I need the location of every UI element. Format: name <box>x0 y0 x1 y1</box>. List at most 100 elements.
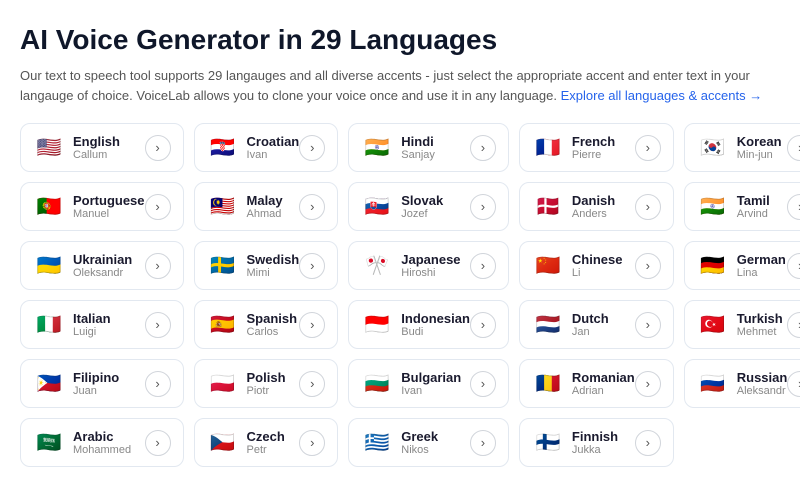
lang-name: Spanish <box>247 311 298 326</box>
lang-card-arabic[interactable]: 🇸🇦 Arabic Mohammed › <box>20 418 184 467</box>
flag-greek: 🇬🇷 <box>361 432 393 454</box>
lang-person: Carlos <box>247 326 298 338</box>
lang-name: Korean <box>737 134 782 149</box>
lang-arrow-button[interactable]: › <box>635 194 661 220</box>
lang-name: Swedish <box>247 252 300 267</box>
lang-card-bulgarian[interactable]: 🇧🇬 Bulgarian Ivan › <box>348 359 509 408</box>
lang-card-danish[interactable]: 🇩🇰 Danish Anders › <box>519 182 674 231</box>
lang-person: Aleksandr <box>737 385 788 397</box>
lang-card-swedish[interactable]: 🇸🇪 Swedish Mimi › <box>194 241 339 290</box>
lang-name: Slovak <box>401 193 443 208</box>
lang-arrow-button[interactable]: › <box>470 312 496 338</box>
lang-arrow-button[interactable]: › <box>145 312 171 338</box>
lang-card-dutch[interactable]: 🇳🇱 Dutch Jan › <box>519 300 674 349</box>
lang-left: 🇺🇸 English Callum <box>33 134 120 161</box>
lang-left: 🇷🇴 Romanian Adrian <box>532 370 635 397</box>
lang-person: Hiroshi <box>401 267 460 279</box>
lang-person: Min-jun <box>737 149 782 161</box>
lang-arrow-button[interactable]: › <box>787 253 800 279</box>
lang-card-filipino[interactable]: 🇵🇭 Filipino Juan › <box>20 359 184 408</box>
lang-arrow-button[interactable]: › <box>470 194 496 220</box>
lang-card-russian[interactable]: 🇷🇺 Russian Aleksandr › <box>684 359 800 408</box>
lang-arrow-button[interactable]: › <box>787 135 800 161</box>
lang-card-finnish[interactable]: 🇫🇮 Finnish Jukka › <box>519 418 674 467</box>
lang-card-english[interactable]: 🇺🇸 English Callum › <box>20 123 184 172</box>
lang-left: 🇮🇳 Hindi Sanjay <box>361 134 435 161</box>
lang-card-indonesian[interactable]: 🇮🇩 Indonesian Budi › <box>348 300 509 349</box>
lang-card-romanian[interactable]: 🇷🇴 Romanian Adrian › <box>519 359 674 408</box>
flag-danish: 🇩🇰 <box>532 196 564 218</box>
lang-arrow-button[interactable]: › <box>635 371 661 397</box>
lang-arrow-button[interactable]: › <box>470 135 496 161</box>
lang-left: 🇨🇳 Chinese Li <box>532 252 623 279</box>
lang-arrow-button[interactable]: › <box>470 430 496 456</box>
lang-arrow-button[interactable]: › <box>145 135 171 161</box>
lang-card-portuguese[interactable]: 🇵🇹 Portuguese Manuel › <box>20 182 184 231</box>
lang-arrow-button[interactable]: › <box>635 253 661 279</box>
lang-person: Oleksandr <box>73 267 132 279</box>
lang-arrow-button[interactable]: › <box>787 312 800 338</box>
lang-arrow-button[interactable]: › <box>299 430 325 456</box>
lang-person: Petr <box>247 444 285 456</box>
lang-card-malay[interactable]: 🇲🇾 Malay Ahmad › <box>194 182 339 231</box>
flag-german: 🇩🇪 <box>697 255 729 277</box>
lang-arrow-button[interactable]: › <box>635 312 661 338</box>
lang-left: 🇸🇪 Swedish Mimi <box>207 252 300 279</box>
flag-czech: 🇨🇿 <box>207 432 239 454</box>
lang-arrow-button[interactable]: › <box>299 194 325 220</box>
lang-left: 🇸🇦 Arabic Mohammed <box>33 429 131 456</box>
lang-left: 🇸🇰 Slovak Jozef <box>361 193 443 220</box>
lang-arrow-button[interactable]: › <box>635 135 661 161</box>
flag-ukrainian: 🇺🇦 <box>33 255 65 277</box>
lang-left: 🇭🇷 Croatian Ivan <box>207 134 300 161</box>
lang-card-ukrainian[interactable]: 🇺🇦 Ukrainian Oleksandr › <box>20 241 184 290</box>
lang-arrow-button[interactable]: › <box>787 194 800 220</box>
lang-left: 🇵🇱 Polish Piotr <box>207 370 286 397</box>
flag-spanish: 🇪🇸 <box>207 314 239 336</box>
lang-person: Mimi <box>247 267 300 279</box>
lang-card-german[interactable]: 🇩🇪 German Lina › <box>684 241 800 290</box>
lang-arrow-button[interactable]: › <box>145 371 171 397</box>
lang-left: 🇰🇷 Korean Min-jun <box>697 134 782 161</box>
explore-link[interactable]: Explore all languages & accents → <box>561 88 763 103</box>
lang-card-turkish[interactable]: 🇹🇷 Turkish Mehmet › <box>684 300 800 349</box>
lang-person: Nikos <box>401 444 438 456</box>
page-subtitle: Our text to speech tool supports 29 lang… <box>20 66 780 105</box>
lang-name: Danish <box>572 193 615 208</box>
lang-card-polish[interactable]: 🇵🇱 Polish Piotr › <box>194 359 339 408</box>
lang-card-italian[interactable]: 🇮🇹 Italian Luigi › <box>20 300 184 349</box>
lang-arrow-button[interactable]: › <box>145 253 171 279</box>
lang-name: Arabic <box>73 429 131 444</box>
lang-arrow-button[interactable]: › <box>299 253 325 279</box>
lang-name: Polish <box>247 370 286 385</box>
lang-card-czech[interactable]: 🇨🇿 Czech Petr › <box>194 418 339 467</box>
lang-card-chinese[interactable]: 🇨🇳 Chinese Li › <box>519 241 674 290</box>
lang-card-french[interactable]: 🇫🇷 French Pierre › <box>519 123 674 172</box>
lang-arrow-button[interactable]: › <box>299 312 325 338</box>
flag-portuguese: 🇵🇹 <box>33 196 65 218</box>
lang-card-greek[interactable]: 🇬🇷 Greek Nikos › <box>348 418 509 467</box>
lang-arrow-button[interactable]: › <box>787 371 800 397</box>
lang-person: Juan <box>73 385 119 397</box>
lang-card-korean[interactable]: 🇰🇷 Korean Min-jun › <box>684 123 800 172</box>
flag-filipino: 🇵🇭 <box>33 373 65 395</box>
lang-card-spanish[interactable]: 🇪🇸 Spanish Carlos › <box>194 300 339 349</box>
lang-name: Czech <box>247 429 285 444</box>
lang-arrow-button[interactable]: › <box>635 430 661 456</box>
lang-arrow-button[interactable]: › <box>470 253 496 279</box>
lang-arrow-button[interactable]: › <box>470 371 496 397</box>
flag-chinese: 🇨🇳 <box>532 255 564 277</box>
lang-person: Luigi <box>73 326 111 338</box>
lang-arrow-button[interactable]: › <box>299 371 325 397</box>
lang-arrow-button[interactable]: › <box>299 135 325 161</box>
lang-arrow-button[interactable]: › <box>145 430 171 456</box>
lang-card-croatian[interactable]: 🇭🇷 Croatian Ivan › <box>194 123 339 172</box>
lang-card-hindi[interactable]: 🇮🇳 Hindi Sanjay › <box>348 123 509 172</box>
lang-card-tamil[interactable]: 🇮🇳 Tamil Arvind › <box>684 182 800 231</box>
lang-person: Jozef <box>401 208 443 220</box>
flag-english: 🇺🇸 <box>33 137 65 159</box>
lang-arrow-button[interactable]: › <box>145 194 171 220</box>
lang-card-slovak[interactable]: 🇸🇰 Slovak Jozef › <box>348 182 509 231</box>
lang-card-japanese[interactable]: 🎌 Japanese Hiroshi › <box>348 241 509 290</box>
flag-polish: 🇵🇱 <box>207 373 239 395</box>
